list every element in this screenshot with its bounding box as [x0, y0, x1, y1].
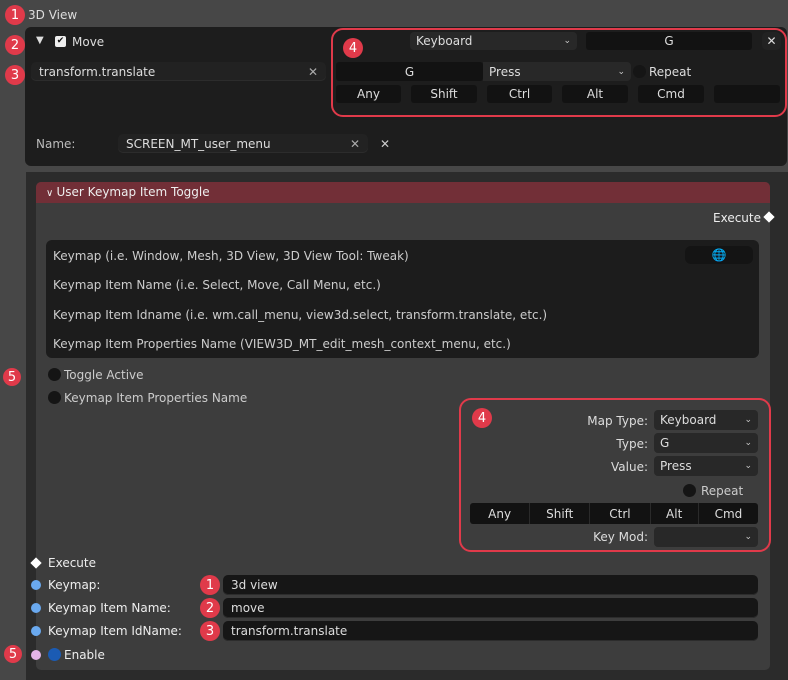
- item-name-input[interactable]: move: [223, 598, 758, 618]
- modifier-any[interactable]: Any: [336, 85, 401, 103]
- checkbox-icon[interactable]: ✔: [55, 36, 66, 47]
- modifier-shift[interactable]: Shift: [411, 85, 477, 103]
- enable-label: Enable: [64, 648, 105, 662]
- type-value: G: [660, 436, 670, 450]
- annotation-badge: 3: [200, 621, 220, 641]
- info-line: Keymap (i.e. Window, Mesh, 3D View, 3D V…: [53, 249, 409, 263]
- item-name-input-label: Keymap Item Name:: [48, 601, 171, 615]
- node-title: User Keymap Item Toggle: [56, 185, 210, 199]
- modifier-cmd[interactable]: Cmd: [638, 85, 704, 103]
- chevron-down-icon: ⌄: [744, 461, 752, 471]
- keymap-input-label: Keymap:: [48, 578, 101, 592]
- annotation-badge: 5: [4, 645, 22, 663]
- info-line: Keymap Item Properties Name (VIEW3D_MT_e…: [53, 337, 511, 351]
- node-modifier-any[interactable]: Any: [470, 503, 531, 524]
- idname-input-label: Keymap Item IdName:: [48, 624, 182, 638]
- collapse-chevron-icon[interactable]: ∨: [46, 188, 57, 199]
- info-line: Keymap Item Name (i.e. Select, Move, Cal…: [53, 278, 381, 292]
- modifier-alt[interactable]: Alt: [562, 85, 628, 103]
- toggle-active-label: Toggle Active: [64, 368, 144, 382]
- name-input[interactable]: SCREEN_MT_user_menu ✕: [118, 134, 368, 153]
- annotation-badge: 4: [472, 408, 492, 428]
- modifier-row: Any Shift Ctrl Alt Cmd: [470, 503, 758, 524]
- node-value-dropdown[interactable]: Press ⌄: [654, 456, 758, 476]
- type-button[interactable]: G: [336, 62, 483, 81]
- item-name: Move: [72, 35, 105, 49]
- annotation-badge: 1: [5, 5, 25, 25]
- annotation-badge: 4: [343, 38, 363, 58]
- keymap-input[interactable]: 3d view: [223, 575, 758, 595]
- type-label: Type:: [616, 437, 648, 451]
- name-label: Name:: [36, 137, 76, 151]
- node-modifier-alt[interactable]: Alt: [651, 503, 699, 524]
- value-label: Value:: [611, 460, 648, 474]
- chevron-down-icon: ⌄: [617, 66, 625, 77]
- chevron-down-icon: ⌄: [744, 532, 752, 542]
- clear-icon[interactable]: ✕: [308, 65, 318, 79]
- value-value: Press: [489, 64, 521, 79]
- key-mod-dropdown[interactable]: ⌄: [654, 527, 758, 547]
- repeat-label: Repeat: [649, 65, 692, 79]
- key-capture-button[interactable]: G: [586, 32, 752, 50]
- node-repeat-checkbox[interactable]: [683, 484, 696, 497]
- repeat-checkbox[interactable]: [633, 65, 646, 78]
- map-type-dropdown[interactable]: Keyboard ⌄: [410, 32, 577, 50]
- info-line: Keymap Item Idname (i.e. wm.call_menu, v…: [53, 308, 548, 322]
- key-mod-label: Key Mod:: [593, 530, 648, 544]
- map-type-label: Map Type:: [587, 414, 648, 428]
- idname-socket[interactable]: [31, 626, 41, 636]
- execute-input-label: Execute: [48, 556, 96, 570]
- name-value: SCREEN_MT_user_menu: [126, 136, 271, 151]
- props-name-checkbox[interactable]: [48, 391, 61, 404]
- node-map-type-dropdown[interactable]: Keyboard ⌄: [654, 410, 758, 430]
- chevron-down-icon: ⌄: [744, 438, 752, 448]
- map-type-value: Keyboard: [416, 34, 473, 48]
- expand-triangle-icon[interactable]: ▼: [36, 35, 44, 46]
- modifier-key[interactable]: [714, 85, 780, 103]
- clear-icon[interactable]: ✕: [350, 137, 360, 151]
- toggle-active-checkbox[interactable]: [48, 368, 61, 381]
- node-modifier-ctrl[interactable]: Ctrl: [590, 503, 651, 524]
- remove-item-icon[interactable]: ✕: [762, 32, 781, 50]
- annotation-badge: 3: [5, 65, 25, 85]
- enable-checkbox[interactable]: [48, 648, 61, 661]
- idname-value: transform.translate: [39, 64, 156, 79]
- execute-output-label: Execute: [713, 211, 761, 225]
- keymap-socket[interactable]: [31, 580, 41, 590]
- item-name-socket[interactable]: [31, 603, 41, 613]
- annotation-badge: 1: [200, 575, 220, 595]
- map-type-value: Keyboard: [660, 413, 717, 427]
- value-value: Press: [660, 459, 692, 473]
- repeat-label: Repeat: [701, 484, 744, 498]
- chevron-down-icon: ⌄: [744, 415, 752, 425]
- node-modifier-cmd[interactable]: Cmd: [699, 503, 758, 524]
- annotation-badge: 2: [5, 35, 25, 55]
- node-modifier-shift[interactable]: Shift: [530, 503, 591, 524]
- remove-icon[interactable]: ✕: [380, 137, 390, 151]
- keymap-name: 3D View: [28, 8, 78, 22]
- node-type-dropdown[interactable]: G ⌄: [654, 433, 758, 453]
- modifier-ctrl[interactable]: Ctrl: [487, 85, 552, 103]
- idname-node-input[interactable]: transform.translate: [223, 621, 758, 641]
- globe-cursor-icon[interactable]: 🌐: [685, 246, 753, 264]
- value-dropdown[interactable]: Press ⌄: [483, 62, 631, 81]
- idname-input[interactable]: transform.translate ✕: [31, 62, 326, 81]
- chevron-down-icon: ⌄: [563, 36, 571, 46]
- enable-socket[interactable]: [31, 650, 41, 660]
- node-header[interactable]: ∨ User Keymap Item Toggle: [36, 182, 770, 203]
- annotation-badge: 5: [3, 368, 21, 386]
- props-name-label: Keymap Item Properties Name: [64, 391, 248, 405]
- annotation-badge: 2: [200, 598, 220, 618]
